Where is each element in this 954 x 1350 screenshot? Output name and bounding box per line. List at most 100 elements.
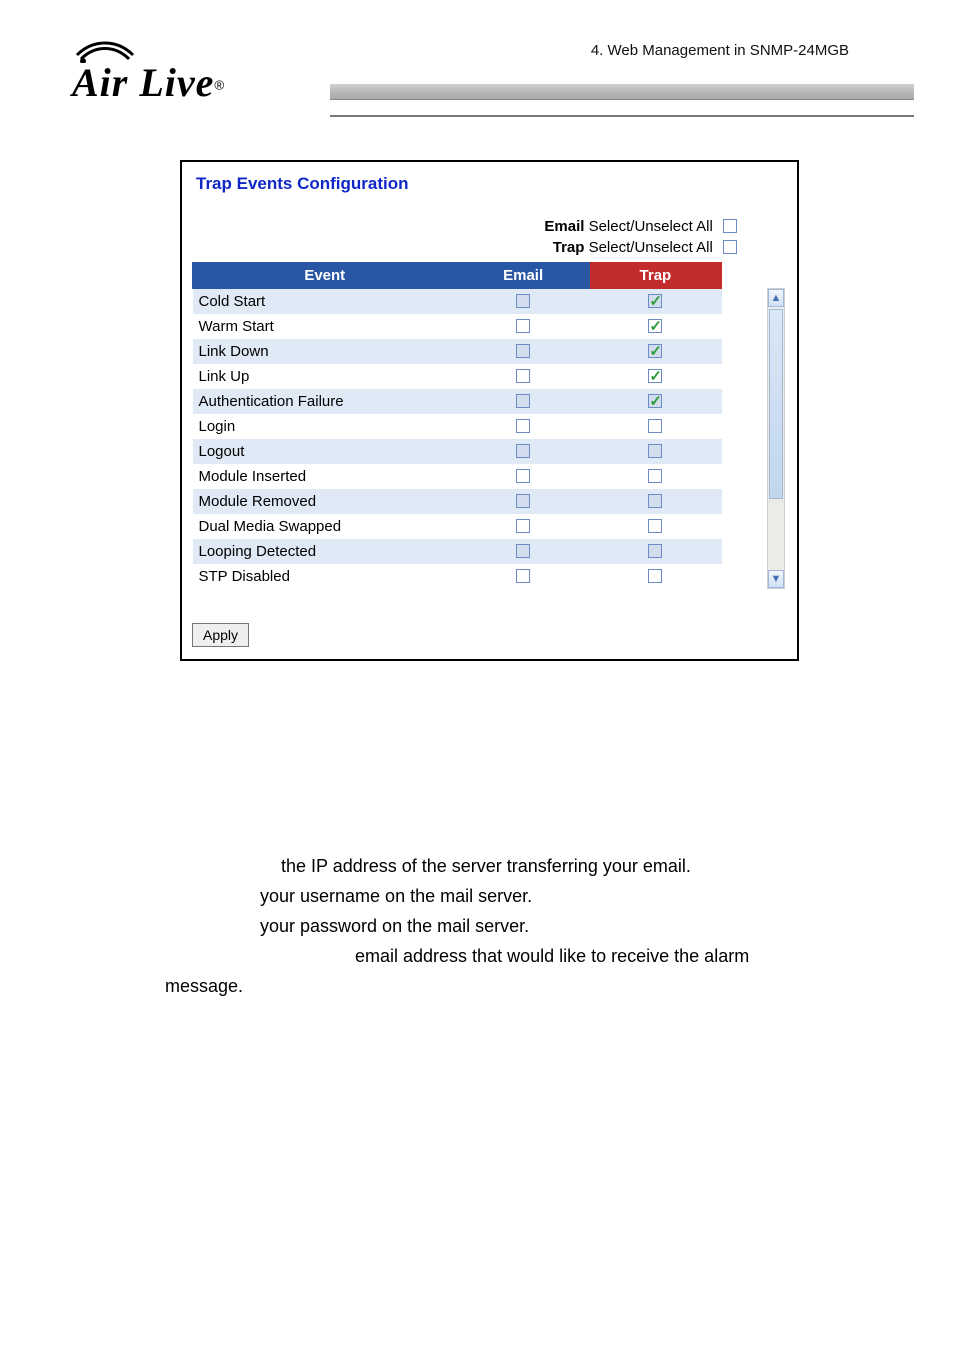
- scroll-down-button[interactable]: ▼: [768, 570, 784, 588]
- trap-cell: [589, 564, 721, 589]
- email-cell: [457, 364, 589, 389]
- event-cell: Module Removed: [193, 489, 458, 514]
- table-row: Cold Start: [193, 289, 722, 315]
- trap-checkbox[interactable]: [648, 494, 662, 508]
- email-cell: [457, 439, 589, 464]
- trap-checkbox[interactable]: [648, 344, 662, 358]
- logo: Air Live®: [72, 35, 272, 110]
- table-row: Dual Media Swapped: [193, 514, 722, 539]
- email-checkbox[interactable]: [516, 544, 530, 558]
- logo-text: Air Live: [72, 60, 214, 105]
- trap-cell: [589, 364, 721, 389]
- email-cell: [457, 389, 589, 414]
- trap-checkbox[interactable]: [648, 369, 662, 383]
- email-checkbox[interactable]: [516, 494, 530, 508]
- table-row: Looping Detected: [193, 539, 722, 564]
- event-cell: Link Down: [193, 339, 458, 364]
- table-row: Authentication Failure: [193, 389, 722, 414]
- trap-events-panel: Trap Events Configuration Email Select/U…: [180, 160, 799, 661]
- trap-checkbox[interactable]: [648, 294, 662, 308]
- doc-line: email address that would like to receive…: [165, 941, 799, 971]
- table-row: Login: [193, 414, 722, 439]
- label-trap-rest: Select/Unselect All: [584, 239, 712, 256]
- email-cell: [457, 514, 589, 539]
- trap-cell: [589, 389, 721, 414]
- logo-reg: ®: [214, 78, 224, 93]
- email-cell: [457, 489, 589, 514]
- event-cell: Login: [193, 414, 458, 439]
- apply-button[interactable]: Apply: [192, 623, 249, 647]
- event-cell: Logout: [193, 439, 458, 464]
- trap-cell: [589, 439, 721, 464]
- email-checkbox[interactable]: [516, 519, 530, 533]
- email-checkbox[interactable]: [516, 394, 530, 408]
- email-cell: [457, 414, 589, 439]
- email-checkbox[interactable]: [516, 469, 530, 483]
- email-checkbox[interactable]: [516, 419, 530, 433]
- email-select-all-checkbox[interactable]: [723, 219, 737, 233]
- trap-checkbox[interactable]: [648, 544, 662, 558]
- trap-checkbox[interactable]: [648, 469, 662, 483]
- trap-checkbox[interactable]: [648, 394, 662, 408]
- event-cell: Link Up: [193, 364, 458, 389]
- table-row: Module Inserted: [193, 464, 722, 489]
- trap-cell: [589, 289, 721, 315]
- th-trap: Trap: [589, 263, 721, 289]
- email-checkbox[interactable]: [516, 569, 530, 583]
- email-cell: [457, 314, 589, 339]
- doc-line: your username on the mail server.: [165, 881, 799, 911]
- scroll-thumb[interactable]: [769, 309, 783, 499]
- trap-cell: [589, 464, 721, 489]
- email-cell: [457, 464, 589, 489]
- event-cell: Module Inserted: [193, 464, 458, 489]
- email-checkbox[interactable]: [516, 444, 530, 458]
- trap-checkbox[interactable]: [648, 319, 662, 333]
- table-row: Link Up: [193, 364, 722, 389]
- table-row: Warm Start: [193, 314, 722, 339]
- trap-cell: [589, 539, 721, 564]
- select-all-block: Email Select/Unselect All Trap Select/Un…: [192, 218, 737, 256]
- doc-line: your password on the mail server.: [165, 911, 799, 941]
- trap-cell: [589, 414, 721, 439]
- table-row: STP Disabled: [193, 564, 722, 589]
- table-row: Module Removed: [193, 489, 722, 514]
- th-email: Email: [457, 263, 589, 289]
- event-cell: Cold Start: [193, 289, 458, 315]
- label-trap-bold: Trap: [553, 239, 585, 256]
- email-checkbox[interactable]: [516, 344, 530, 358]
- trap-checkbox[interactable]: [648, 519, 662, 533]
- trap-cell: [589, 489, 721, 514]
- email-cell: [457, 289, 589, 315]
- email-cell: [457, 564, 589, 589]
- events-table: Event Email Trap Cold StartWarm StartLin…: [192, 262, 722, 589]
- doc-paragraph: the IP address of the server transferrin…: [165, 851, 799, 1001]
- email-cell: [457, 539, 589, 564]
- table-row: Logout: [193, 439, 722, 464]
- trap-checkbox[interactable]: [648, 569, 662, 583]
- trap-cell: [589, 514, 721, 539]
- trap-select-all-checkbox[interactable]: [723, 240, 737, 254]
- table-scrollbar[interactable]: ▲ ▼: [767, 288, 785, 589]
- trap-cell: [589, 314, 721, 339]
- event-cell: Dual Media Swapped: [193, 514, 458, 539]
- table-row: Link Down: [193, 339, 722, 364]
- trap-cell: [589, 339, 721, 364]
- email-checkbox[interactable]: [516, 369, 530, 383]
- label-email-rest: Select/Unselect All: [584, 218, 712, 235]
- email-checkbox[interactable]: [516, 319, 530, 333]
- event-cell: Authentication Failure: [193, 389, 458, 414]
- trap-checkbox[interactable]: [648, 444, 662, 458]
- event-cell: Warm Start: [193, 314, 458, 339]
- email-cell: [457, 339, 589, 364]
- th-event: Event: [193, 263, 458, 289]
- trap-checkbox[interactable]: [648, 419, 662, 433]
- breadcrumb: 4. Web Management in SNMP-24MGB: [591, 42, 849, 59]
- label-email-bold: Email: [544, 218, 584, 235]
- scroll-up-button[interactable]: ▲: [768, 289, 784, 307]
- doc-line: the IP address of the server transferrin…: [165, 851, 799, 881]
- header-divider: [330, 84, 914, 100]
- event-cell: STP Disabled: [193, 564, 458, 589]
- email-checkbox[interactable]: [516, 294, 530, 308]
- event-cell: Looping Detected: [193, 539, 458, 564]
- doc-line: message.: [165, 971, 799, 1001]
